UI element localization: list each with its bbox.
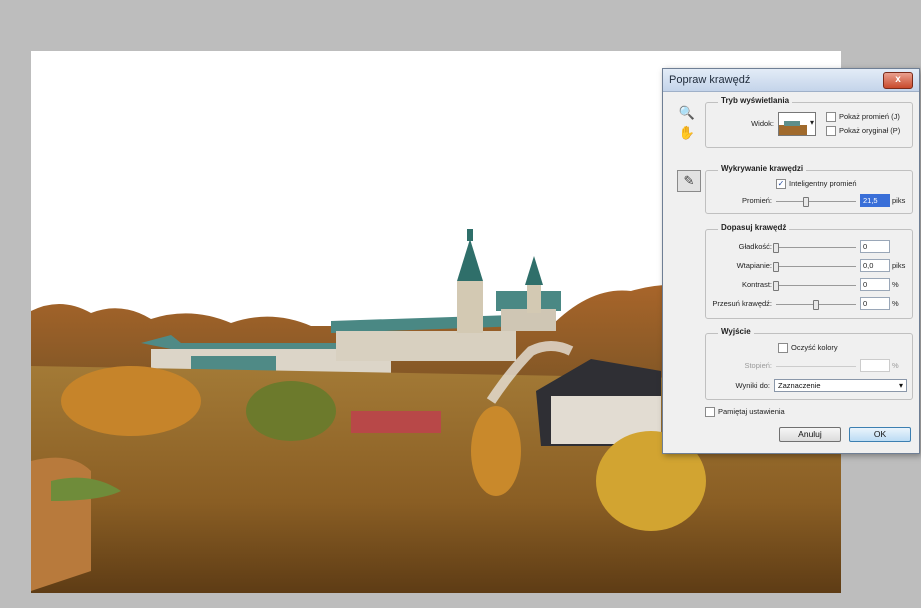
output-group: Wyjście Oczyść kolory Stopień: % Wyniki …	[705, 327, 913, 400]
output-to-label: Wyniki do:	[735, 381, 770, 390]
adjust-edge-group: Dopasuj krawędź Gładkość: 0 Wtapianie: 0…	[705, 223, 913, 319]
amount-label: Stopień:	[744, 361, 772, 370]
smart-radius-label: Inteligentny promień	[789, 179, 857, 188]
radius-slider-track[interactable]	[776, 201, 856, 202]
contrast-slider-track[interactable]	[776, 285, 856, 286]
edge-detection-legend: Wykrywanie krawędzi	[718, 164, 807, 173]
shift-edge-slider-thumb[interactable]	[813, 300, 819, 310]
show-radius-label: Pokaż promień (J)	[839, 112, 900, 121]
refine-edge-dialog: Popraw krawędź x 🔍 ✋ ✎ Tryb wyświetlania…	[662, 68, 920, 454]
smooth-slider-track[interactable]	[776, 247, 856, 248]
output-dropdown-icon: ▾	[898, 381, 903, 390]
amount-unit: %	[892, 361, 899, 370]
ok-button[interactable]: OK	[849, 427, 911, 442]
decontaminate-colors-label: Oczyść kolory	[791, 343, 838, 352]
show-original-checkbox[interactable]	[826, 126, 836, 136]
output-to-value: Zaznaczenie	[778, 381, 821, 390]
zoom-tool-icon[interactable]: 🔍	[677, 104, 697, 122]
shift-edge-unit: %	[892, 299, 899, 308]
edge-detection-group: Wykrywanie krawędzi ✓ Inteligentny promi…	[705, 164, 913, 214]
smooth-slider-thumb[interactable]	[773, 243, 779, 253]
output-to-select[interactable]: Zaznaczenie ▾	[774, 379, 907, 392]
adjust-edge-legend: Dopasuj krawędź	[718, 223, 790, 232]
amount-input	[860, 359, 890, 372]
radius-slider-thumb[interactable]	[803, 197, 810, 207]
feather-slider-track[interactable]	[776, 266, 856, 267]
dialog-title: Popraw krawędź	[669, 74, 751, 86]
shift-edge-input[interactable]: 0	[860, 297, 890, 310]
view-mode-legend: Tryb wyświetlania	[718, 96, 793, 105]
show-radius-checkbox[interactable]	[826, 112, 836, 122]
feather-label: Wtapianie:	[736, 261, 772, 270]
feather-input[interactable]: 0,0	[860, 259, 890, 272]
remember-settings-label: Pamiętaj ustawienia	[718, 407, 785, 416]
contrast-input[interactable]: 0	[860, 278, 890, 291]
cancel-button[interactable]: Anuluj	[779, 427, 841, 442]
close-button[interactable]: x	[883, 72, 913, 89]
close-icon: x	[895, 74, 901, 85]
shift-edge-label: Przesuń krawędź:	[712, 299, 772, 308]
contrast-slider-thumb[interactable]	[773, 281, 779, 291]
view-mode-selector[interactable]: ▾	[778, 112, 816, 136]
amount-slider-track	[776, 366, 856, 367]
feather-slider-thumb[interactable]	[773, 262, 779, 272]
contrast-unit: %	[892, 280, 899, 289]
contrast-label: Kontrast:	[741, 280, 772, 289]
radius-unit: piks	[892, 196, 906, 205]
view-dropdown-icon: ▾	[809, 118, 814, 127]
smart-radius-checkbox[interactable]: ✓	[776, 179, 786, 189]
output-legend: Wyjście	[718, 327, 754, 336]
remember-settings-checkbox[interactable]	[705, 407, 715, 417]
dialog-titlebar[interactable]: Popraw krawędź x	[663, 69, 919, 92]
dialog-body: 🔍 ✋ ✎ Tryb wyświetlania Widok: ▾ Pokaż p…	[663, 92, 919, 453]
hand-tool-icon[interactable]: ✋	[677, 124, 697, 142]
radius-input[interactable]: 21,5	[860, 194, 890, 207]
show-original-label: Pokaż oryginał (P)	[839, 126, 901, 135]
smooth-input[interactable]: 0	[860, 240, 890, 253]
refine-radius-tool-icon[interactable]: ✎	[677, 170, 701, 192]
view-thumbnail-preview	[779, 113, 807, 135]
smooth-label: Gładkość:	[738, 242, 772, 251]
view-label: Widok:	[751, 119, 774, 128]
decontaminate-colors-checkbox[interactable]	[778, 343, 788, 353]
radius-label: Promień:	[741, 196, 772, 205]
feather-unit: piks	[892, 261, 906, 270]
view-mode-group: Tryb wyświetlania Widok: ▾ Pokaż promień…	[705, 96, 913, 148]
